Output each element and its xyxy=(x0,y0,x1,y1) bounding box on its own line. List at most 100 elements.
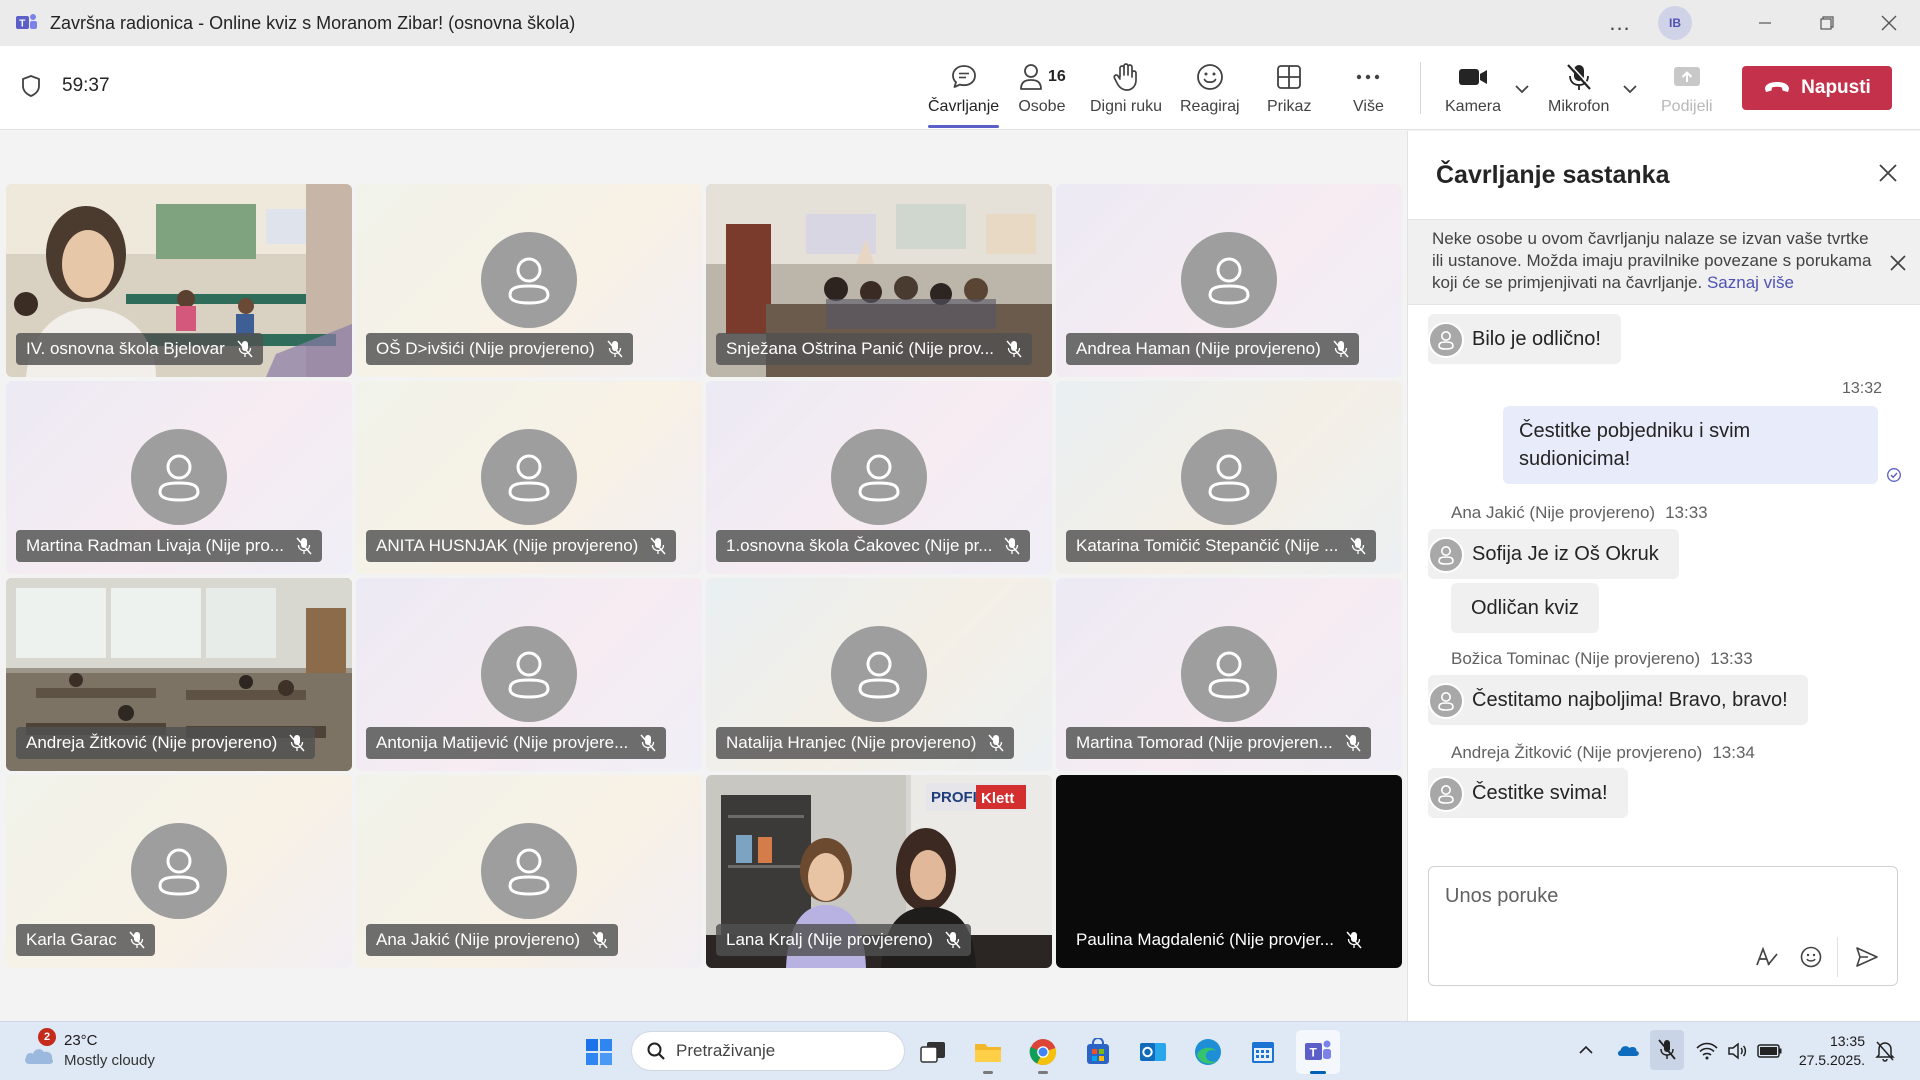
title-bar: T Završna radionica - Online kviz s Mora… xyxy=(0,0,1920,46)
user-avatar[interactable]: IB xyxy=(1658,6,1692,40)
format-button[interactable] xyxy=(1751,941,1783,973)
mic-off-icon xyxy=(988,734,1004,752)
mic-off-icon xyxy=(640,734,656,752)
battery-icon[interactable] xyxy=(1757,1043,1783,1059)
file-explorer-button[interactable] xyxy=(966,1030,1010,1074)
notification-bell-icon[interactable] xyxy=(1875,1040,1895,1062)
participant-tile[interactable]: Snježana Oštrina Panić (Nije prov... xyxy=(706,184,1052,377)
mic-off-icon xyxy=(1345,734,1361,752)
react-button[interactable]: Reagiraj xyxy=(1180,60,1240,122)
mic-off-tray-icon xyxy=(1658,1039,1676,1060)
meeting-chat-panel: Čavrljanje sastanka Neke osobe u ovom ča… xyxy=(1407,131,1920,1021)
view-button[interactable]: Prikaz xyxy=(1267,60,1311,122)
participant-tile[interactable]: Andreja Žitković (Nije provjereno) xyxy=(6,578,352,771)
send-button[interactable] xyxy=(1851,941,1883,973)
share-button[interactable]: Podijeli xyxy=(1661,60,1713,122)
chevron-up-icon[interactable] xyxy=(1578,1044,1594,1056)
weather-widget[interactable]: 2 23°C Mostly cloudy xyxy=(22,1028,172,1074)
participant-tile[interactable]: Ana Jakić (Nije provjereno) xyxy=(356,775,702,968)
svg-text:T: T xyxy=(19,19,25,30)
leave-button[interactable]: Napusti xyxy=(1742,66,1892,110)
message-time: 13:33 xyxy=(1710,649,1753,668)
smile-icon xyxy=(1196,64,1223,90)
learn-more-link[interactable]: Saznaj više xyxy=(1707,273,1794,292)
store-button[interactable] xyxy=(1076,1030,1120,1074)
participant-tile[interactable]: Paulina Magdalenić (Nije provjer... xyxy=(1056,775,1402,968)
mic-off-icon xyxy=(1004,537,1021,555)
outlook-button[interactable] xyxy=(1131,1030,1175,1074)
participant-tile[interactable]: Martina Tomorad (Nije provjeren... xyxy=(1056,578,1402,771)
chrome-button[interactable] xyxy=(1021,1030,1065,1074)
people-button[interactable]: 16 Osobe xyxy=(1018,60,1066,122)
calendar-app-button[interactable] xyxy=(1241,1030,1285,1074)
participant-tile[interactable]: 1.osnovna škola Čakovec (Nije pr... xyxy=(706,381,1052,574)
microphone-button[interactable]: Mikrofon xyxy=(1548,60,1609,122)
person-icon xyxy=(508,454,550,502)
participant-name: Martina Radman Livaja (Nije pro... xyxy=(26,536,284,555)
participant-tile[interactable]: Martina Radman Livaja (Nije pro... xyxy=(6,381,352,574)
participant-name-tag: Martina Tomorad (Nije provjeren... xyxy=(1066,727,1371,759)
participant-tile[interactable]: IV. osnovna škola Bjelovar xyxy=(6,184,352,377)
minimize-button[interactable] xyxy=(1734,0,1796,46)
chat-label: Čavrljanje xyxy=(928,98,1000,115)
people-label: Osobe xyxy=(1018,98,1066,115)
more-options-button[interactable]: ... xyxy=(1600,10,1640,36)
participant-name-tag: ANITA HUSNJAK (Nije provjereno) xyxy=(366,530,677,562)
camera-options-chevron-icon[interactable] xyxy=(1514,84,1530,94)
restore-button[interactable] xyxy=(1796,0,1858,46)
participant-tile[interactable]: OŠ D>ivšići (Nije provjereno) xyxy=(356,184,702,377)
onedrive-icon[interactable] xyxy=(1616,1041,1640,1059)
toolbar-divider xyxy=(1420,62,1421,114)
participant-tile[interactable]: ANITA HUSNJAK (Nije provjereno) xyxy=(356,381,702,574)
start-button[interactable] xyxy=(577,1030,621,1074)
mic-status-button[interactable] xyxy=(1650,1030,1684,1070)
task-view-button[interactable] xyxy=(911,1030,955,1074)
chat-button[interactable]: Čavrljanje xyxy=(928,60,1000,128)
message-header: Ana Jakić (Nije provjereno) 13:33 xyxy=(1451,503,1708,523)
person-icon xyxy=(158,848,200,896)
mic-off-icon xyxy=(1006,340,1022,358)
mic-off-icon xyxy=(129,931,145,949)
more-actions-button[interactable]: Više xyxy=(1353,60,1384,122)
participant-avatar xyxy=(481,429,577,525)
share-screen-icon xyxy=(1673,67,1700,86)
taskbar-clock[interactable]: 13:35 27.5.2025. xyxy=(1795,1032,1865,1070)
search-icon xyxy=(647,1042,665,1060)
dismiss-notice-icon[interactable] xyxy=(1889,254,1907,272)
hand-icon xyxy=(1113,63,1137,91)
window-title: Završna radionica - Online kviz s Morano… xyxy=(50,12,576,33)
clock-date: 27.5.2025. xyxy=(1798,1052,1865,1068)
participant-tile[interactable]: Andrea Haman (Nije provjereno) xyxy=(1056,184,1402,377)
video-stage: IV. osnovna škola Bjelovar OŠ D>ivšići (… xyxy=(0,131,1406,1021)
raise-hand-button[interactable]: Digni ruku xyxy=(1090,60,1162,122)
wifi-icon[interactable] xyxy=(1696,1042,1718,1060)
participant-tile[interactable]: Antonija Matijević (Nije provjere... xyxy=(356,578,702,771)
notice-body: Neke osobe u ovom čavrljanju nalaze se i… xyxy=(1432,229,1872,292)
close-window-button[interactable] xyxy=(1858,0,1920,46)
sender-avatar xyxy=(1428,537,1464,573)
mic-off-icon xyxy=(607,340,623,358)
participant-tile[interactable]: Katarina Tomičić Stepančić (Nije ... xyxy=(1056,381,1402,574)
mic-off-icon xyxy=(650,537,666,555)
camera-label: Kamera xyxy=(1445,98,1502,115)
teams-icon: T xyxy=(1305,1040,1331,1060)
people-count: 16 xyxy=(1048,68,1066,85)
emoji-button[interactable] xyxy=(1795,941,1827,973)
edge-button[interactable] xyxy=(1186,1030,1230,1074)
participant-name: Ana Jakić (Nije provjereno) xyxy=(376,930,581,949)
close-chat-icon[interactable] xyxy=(1878,163,1898,183)
teams-taskbar-button[interactable]: T xyxy=(1296,1030,1340,1074)
participant-tile[interactable]: Natalija Hranjec (Nije provjereno) xyxy=(706,578,1052,771)
volume-icon[interactable] xyxy=(1727,1041,1749,1061)
participant-tile[interactable]: PROFIL Klett Lana Kralj (Nije provjereno… xyxy=(706,775,1052,968)
taskbar-search[interactable] xyxy=(631,1031,905,1071)
message-input[interactable] xyxy=(1445,881,1875,911)
microphone-options-chevron-icon[interactable] xyxy=(1622,84,1638,94)
message-author: Božica Tominac (Nije provjereno) xyxy=(1451,649,1701,668)
outlook-icon xyxy=(1140,1043,1166,1061)
participant-tile[interactable]: Karla Garac xyxy=(6,775,352,968)
search-input[interactable] xyxy=(676,1041,876,1061)
weather-condition: Mostly cloudy xyxy=(64,1052,155,1069)
participant-name: 1.osnovna škola Čakovec (Nije pr... xyxy=(726,536,993,555)
camera-button[interactable]: Kamera xyxy=(1445,60,1501,122)
